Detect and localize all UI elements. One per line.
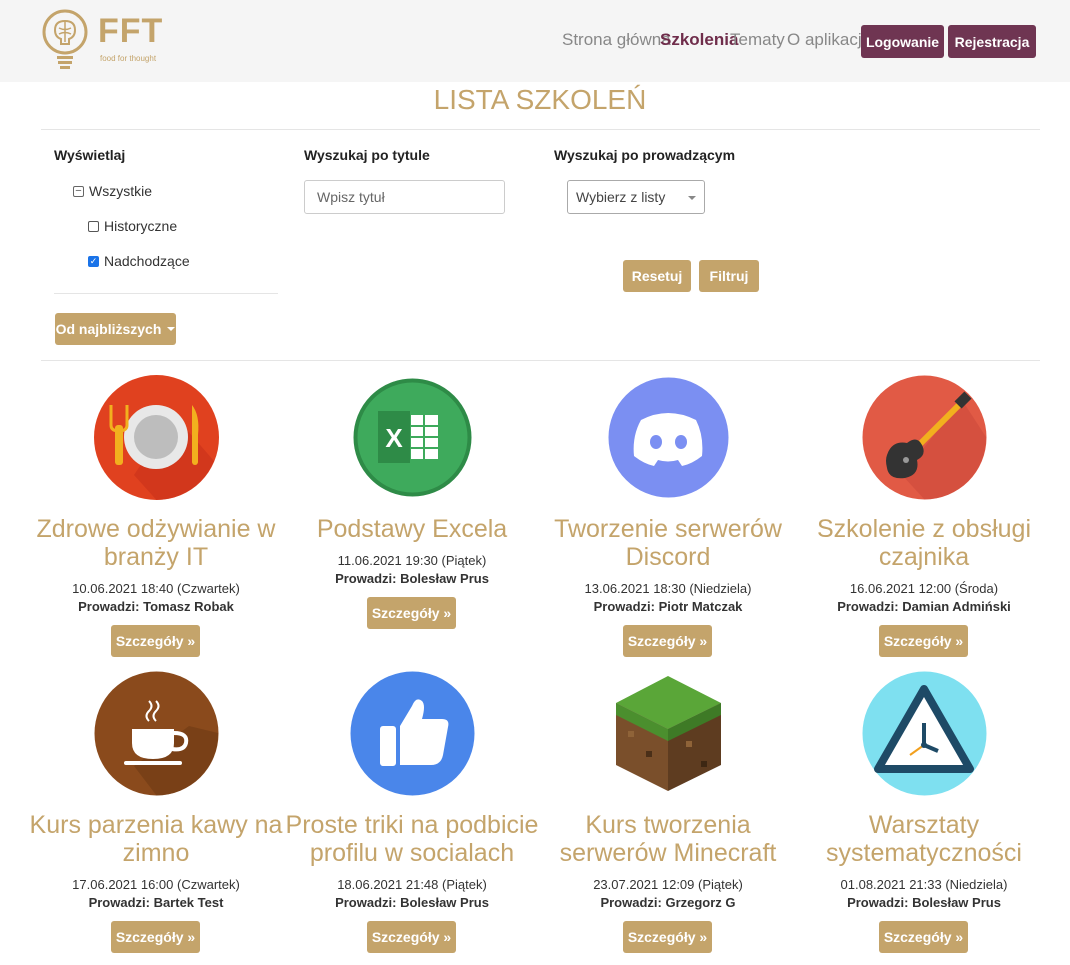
logo[interactable]: FFT food for thought: [40, 8, 170, 72]
course-date: 11.06.2021 19:30 (Piątek): [337, 553, 487, 568]
course-card: X Podstawy Excela 11.06.2021 19:30 (Piąt…: [284, 375, 540, 675]
login-button[interactable]: Logowanie: [861, 25, 944, 58]
guitar-icon: [862, 375, 987, 500]
course-card: Tworzenie serwerów Discord 13.06.2021 18…: [540, 375, 796, 675]
course-card: Kurs parzenia kawy na zimno 17.06.2021 1…: [28, 671, 284, 965]
course-title[interactable]: Podstawy Excela: [284, 515, 540, 543]
course-title[interactable]: Kurs tworzenia serwerów Minecraft: [540, 811, 796, 867]
details-button[interactable]: Szczegóły »: [623, 921, 712, 953]
nav-trainings[interactable]: Szkolenia: [660, 30, 738, 54]
divider: [41, 360, 1040, 361]
course-card: Szkolenie z obsługi czajnika 16.06.2021 …: [796, 375, 1052, 675]
course-title[interactable]: Szkolenie z obsługi czajnika: [796, 515, 1052, 571]
register-button[interactable]: Rejestracja: [948, 25, 1036, 58]
filter-historical-label: Historyczne: [104, 218, 178, 234]
filter-historical-option[interactable]: Historyczne: [88, 218, 177, 234]
minecraft-block-icon: [616, 676, 721, 791]
course-leader: Prowadzi: Tomasz Robak: [78, 599, 234, 614]
logo-text: FFT: [98, 12, 164, 50]
course-date: 01.08.2021 21:33 (Niedziela): [840, 877, 1008, 892]
course-date: 17.06.2021 16:00 (Czwartek): [72, 877, 240, 892]
course-title[interactable]: Tworzenie serwerów Discord: [540, 515, 796, 571]
excel-icon: X: [353, 378, 472, 497]
course-title[interactable]: Warsztaty systematyczności: [796, 811, 1052, 867]
brain-bulb-icon: [42, 9, 88, 69]
sort-dropdown-button[interactable]: Od najbliższych: [55, 313, 176, 345]
course-date: 10.06.2021 18:40 (Czwartek): [72, 581, 240, 596]
title-search-input[interactable]: [304, 180, 505, 214]
course-card: Kurs tworzenia serwerów Minecraft 23.07.…: [540, 671, 796, 965]
filter-divider: [54, 293, 278, 294]
coffee-cup-icon: [94, 671, 219, 796]
course-leader: Prowadzi: Grzegorz G: [600, 895, 736, 910]
course-date: 23.07.2021 12:09 (Piątek): [593, 877, 743, 892]
nav-topics[interactable]: Tematy: [730, 30, 785, 54]
details-button[interactable]: Szczegóły »: [111, 921, 200, 953]
nav-about[interactable]: O aplikacji: [787, 30, 865, 54]
filter-button[interactable]: Filtruj: [699, 260, 759, 292]
top-navbar: FFT food for thought Strona główna Szkol…: [0, 0, 1070, 82]
leader-select[interactable]: Wybierz z listy: [567, 180, 705, 214]
divider: [41, 129, 1040, 130]
details-button[interactable]: Szczegóły »: [367, 921, 456, 953]
course-date: 18.06.2021 21:48 (Piątek): [337, 877, 487, 892]
course-date: 13.06.2021 18:30 (Niedziela): [584, 581, 752, 596]
details-button[interactable]: Szczegóły »: [879, 625, 968, 657]
course-leader: Prowadzi: Bolesław Prus: [335, 895, 489, 910]
details-button[interactable]: Szczegóły »: [623, 625, 712, 657]
details-button[interactable]: Szczegóły »: [367, 597, 456, 629]
course-leader: Prowadzi: Bartek Test: [88, 895, 224, 910]
filter-all-label: Wszystkie: [89, 183, 152, 199]
course-leader: Prowadzi: Piotr Matczak: [593, 599, 743, 614]
filter-upcoming-option[interactable]: ✓ Nadchodzące: [88, 253, 190, 269]
upcoming-checkbox[interactable]: ✓: [88, 255, 99, 267]
clock-icon: [862, 671, 987, 796]
leader-search-label: Wyszukaj po prowadzącym: [554, 147, 736, 163]
course-date: 16.06.2021 12:00 (Środa): [849, 581, 999, 596]
plate-cutlery-icon: [94, 375, 219, 500]
title-search-label: Wyszukaj po tytule: [304, 147, 430, 163]
logo-subtitle: food for thought: [100, 54, 157, 63]
filter-upcoming-label: Nadchodzące: [104, 253, 190, 269]
course-card: Warsztaty systematyczności 01.08.2021 21…: [796, 671, 1052, 965]
page-title: LISTA SZKOLEŃ: [433, 84, 647, 115]
caret-down-icon: [167, 327, 176, 331]
discord-icon: [608, 377, 729, 498]
historical-checkbox[interactable]: [88, 220, 99, 232]
thumbs-up-icon: [350, 671, 475, 796]
sort-label: Od najbliższych: [55, 321, 162, 337]
course-title[interactable]: Proste triki na podbicie profilu w socia…: [284, 811, 540, 867]
reset-button[interactable]: Resetuj: [623, 260, 691, 292]
course-leader: Prowadzi: Bolesław Prus: [847, 895, 1001, 910]
dropdown-caret-icon: [688, 196, 696, 200]
nav-home[interactable]: Strona główna: [562, 30, 671, 54]
course-title[interactable]: Kurs parzenia kawy na zimno: [28, 811, 284, 867]
course-leader: Prowadzi: Bolesław Prus: [335, 571, 489, 586]
course-title[interactable]: Zdrowe odżywianie w branży IT: [28, 515, 284, 571]
course-leader: Prowadzi: Damian Admiński: [837, 599, 1011, 614]
course-card: Proste triki na podbicie profilu w socia…: [284, 671, 540, 965]
collapse-checkbox[interactable]: −: [73, 185, 84, 197]
svg-text:X: X: [385, 423, 403, 453]
leader-select-value: Wybierz z listy: [576, 189, 666, 205]
details-button[interactable]: Szczegóły »: [879, 921, 968, 953]
course-card: Zdrowe odżywianie w branży IT 10.06.2021…: [28, 375, 284, 675]
display-filter-label: Wyświetlaj: [54, 147, 126, 163]
filter-all-option[interactable]: − Wszystkie: [73, 183, 152, 199]
details-button[interactable]: Szczegóły »: [111, 625, 200, 657]
